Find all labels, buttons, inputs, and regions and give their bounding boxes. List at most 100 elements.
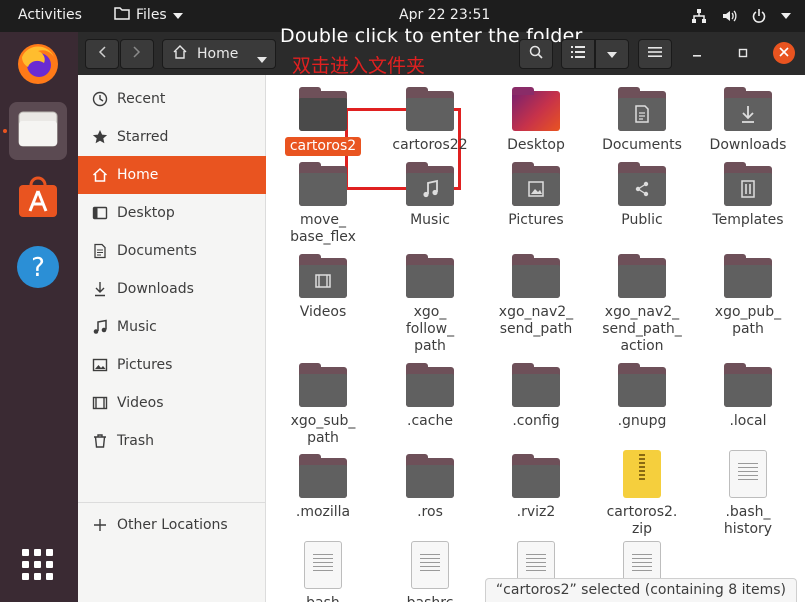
folder-icon [299, 83, 347, 131]
forward-button[interactable] [120, 39, 154, 69]
dock-files[interactable] [9, 102, 67, 160]
file-name: .mozilla [295, 504, 351, 520]
back-button[interactable] [85, 39, 119, 69]
file-item-videos[interactable]: Videos [271, 250, 375, 321]
file-item-documents[interactable]: Documents [590, 83, 694, 154]
folder-icon [299, 158, 347, 206]
file-item-pictures[interactable]: Pictures [484, 158, 588, 229]
file-item-config[interactable]: .config [484, 359, 588, 430]
text-file-icon [724, 450, 772, 498]
file-item-bash[interactable]: bash [271, 541, 375, 602]
sidebar-item-recent[interactable]: Recent [78, 80, 266, 118]
file-item-xgo-nav2-send-path-action[interactable]: xgo_nav2_ send_path_ action [590, 250, 694, 355]
running-indicator [3, 129, 7, 133]
file-name: Public [621, 212, 663, 228]
files-icon [18, 111, 58, 151]
sidebar-item-label: Desktop [117, 205, 175, 221]
file-item-cartoros2-zip[interactable]: cartoros2. zip [590, 450, 694, 538]
file-item-mozilla[interactable]: .mozilla [271, 450, 375, 521]
sidebar-item-videos[interactable]: Videos [78, 384, 266, 422]
file-item-xgo-nav2-send-path[interactable]: xgo_nav2_ send_path [484, 250, 588, 338]
file-item-xgo-sub-path[interactable]: xgo_sub_ path [271, 359, 375, 447]
file-item-cache[interactable]: .cache [378, 359, 482, 430]
file-item-gnupg[interactable]: .gnupg [590, 359, 694, 430]
folder-icon [512, 250, 560, 298]
caret-down-icon [172, 7, 183, 23]
firefox-icon [14, 39, 62, 91]
file-item-templates[interactable]: Templates [696, 158, 800, 229]
sidebar-item-music[interactable]: Music [78, 308, 266, 346]
menu-button[interactable] [638, 39, 672, 69]
file-item-cartoros22[interactable]: cartoros22 [378, 83, 482, 154]
file-item-bashrc[interactable]: bashrc [378, 541, 482, 602]
file-name: cartoros2 [284, 137, 362, 156]
file-item-cartoros2[interactable]: cartoros2 [271, 83, 375, 156]
folder-icon [406, 250, 454, 298]
dock-show-apps[interactable] [9, 538, 67, 596]
sidebar-item-label: Downloads [117, 281, 194, 297]
list-view-button[interactable] [561, 39, 595, 69]
maximize-icon [736, 48, 750, 64]
file-item-public[interactable]: Public [590, 158, 694, 229]
system-status-area[interactable] [691, 8, 791, 24]
file-item-move-base-flex[interactable]: move_ base_flex [271, 158, 375, 246]
close-button[interactable] [773, 42, 795, 64]
sidebar-item-desktop[interactable]: Desktop [78, 194, 266, 232]
file-item-xgo-pub-path[interactable]: xgo_pub_ path [696, 250, 800, 338]
file-name: .gnupg [617, 413, 667, 429]
clock[interactable]: Apr 22 23:51 [399, 7, 490, 23]
sidebar-item-starred[interactable]: Starred [78, 118, 266, 156]
file-grid: cartoros2 cartoros22 Desktop Documents Downl… [267, 75, 805, 602]
home-icon [92, 167, 108, 183]
dock-help[interactable]: ? [9, 240, 67, 298]
file-item-local[interactable]: .local [696, 359, 800, 430]
activities-button[interactable]: Activities [18, 7, 82, 23]
annotation-chinese: 双击进入文件夹 [292, 55, 426, 77]
file-name: Videos [299, 304, 347, 320]
file-item-downloads[interactable]: Downloads [696, 83, 800, 154]
file-item-ros[interactable]: .ros [378, 450, 482, 521]
sidebar-item-documents[interactable]: Documents [78, 232, 266, 270]
dock-firefox[interactable] [9, 36, 67, 94]
list-view-icon [571, 46, 585, 62]
sidebar-item-label: Recent [117, 91, 166, 107]
folder-icon [114, 6, 130, 24]
file-name: Documents [602, 137, 682, 153]
sidebar-item-other-locations[interactable]: Other Locations [78, 506, 266, 544]
file-item-bash-history[interactable]: .bash_ history [696, 450, 800, 538]
view-options-button[interactable] [595, 39, 629, 69]
file-item-music[interactable]: Music [378, 158, 482, 229]
minimize-button[interactable] [690, 46, 704, 64]
home-icon [173, 45, 187, 63]
sidebar-item-downloads[interactable]: Downloads [78, 270, 266, 308]
maximize-button[interactable] [736, 46, 750, 64]
path-bar-home[interactable]: Home [162, 39, 276, 69]
sidebar-item-trash[interactable]: Trash [78, 422, 266, 460]
file-item-rviz2[interactable]: .rviz2 [484, 450, 588, 521]
sidebar-item-pictures[interactable]: Pictures [78, 346, 266, 384]
file-item-xgo-follow-path[interactable]: xgo_ follow_ path [378, 250, 482, 355]
file-name: xgo_nav2_ send_path_ action [602, 304, 682, 354]
sidebar-item-label: Videos [117, 395, 164, 411]
app-menu-button[interactable]: Files [114, 6, 183, 24]
document-folder-icon [618, 83, 666, 131]
search-button[interactable] [519, 39, 553, 69]
folder-icon [406, 83, 454, 131]
app-menu-label: Files [136, 7, 167, 23]
sidebar-item-label: Pictures [117, 357, 173, 373]
power-icon [751, 8, 767, 24]
text-file-icon [299, 541, 347, 589]
file-item-desktop[interactable]: Desktop [484, 83, 588, 154]
folder-icon [724, 250, 772, 298]
file-name: .local [729, 413, 767, 429]
caret-down-icon [607, 46, 617, 62]
file-name: move_ base_flex [290, 212, 356, 245]
close-icon [779, 45, 789, 61]
sidebar-item-home[interactable]: Home [78, 156, 266, 194]
file-name: xgo_ follow_ path [405, 304, 455, 354]
file-name: Music [410, 212, 450, 228]
dock-software[interactable] [9, 170, 67, 228]
caret-down-icon[interactable] [257, 51, 267, 67]
minimize-icon [690, 48, 704, 64]
desktop-folder-icon [512, 83, 560, 131]
